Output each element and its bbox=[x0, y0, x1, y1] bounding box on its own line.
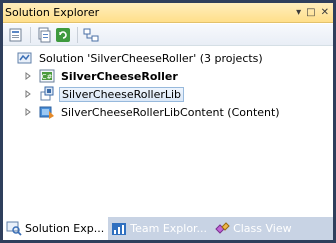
tree-node-project[interactable]: C# SilverCheeseRoller bbox=[23, 67, 180, 85]
expand-arrow-icon[interactable] bbox=[23, 103, 33, 121]
tree-node-project[interactable]: SilverCheeseRollerLib bbox=[23, 85, 185, 103]
csharp-project-icon: C# bbox=[39, 68, 55, 84]
tree-node-label: SilverCheeseRollerLibContent (Content) bbox=[61, 105, 280, 119]
team-explorer-icon bbox=[111, 221, 127, 237]
dropdown-icon[interactable]: ▾ bbox=[296, 6, 301, 20]
title-controls: ▾ □ ✕ bbox=[296, 5, 329, 21]
properties-icon[interactable] bbox=[7, 26, 25, 44]
content-project-icon bbox=[39, 104, 55, 120]
tree-node-label: SilverCheeseRoller bbox=[61, 69, 178, 83]
tab-label: Team Explor... bbox=[130, 222, 208, 235]
tree-node-label: SilverCheeseRollerLib bbox=[59, 86, 185, 102]
solution-icon bbox=[17, 50, 33, 66]
svg-text:C#: C# bbox=[42, 73, 53, 81]
expand-arrow-icon[interactable] bbox=[23, 85, 33, 103]
tool-window-tabs: Solution Exp... Team Explor... Class Vie… bbox=[3, 217, 333, 240]
show-all-files-icon[interactable] bbox=[35, 26, 53, 44]
library-project-icon bbox=[39, 86, 55, 102]
window-frame: Solution Explorer ▾ □ ✕ Solution 'Silver… bbox=[0, 0, 336, 243]
tree-node-label: Solution 'SilverCheeseRoller' (3 project… bbox=[39, 51, 263, 65]
pin-icon[interactable]: □ bbox=[306, 6, 315, 20]
solution-explorer-panel: Solution Explorer ▾ □ ✕ Solution 'Silver… bbox=[3, 3, 333, 240]
solution-tree: Solution 'SilverCheeseRoller' (3 project… bbox=[3, 47, 333, 217]
tab-class-view[interactable]: Class View bbox=[211, 217, 296, 240]
tab-label: Solution Exp... bbox=[25, 221, 105, 235]
refresh-icon[interactable] bbox=[54, 26, 72, 44]
solution-explorer-icon bbox=[6, 220, 22, 236]
class-view-icon bbox=[214, 221, 230, 237]
close-icon[interactable]: ✕ bbox=[321, 6, 329, 20]
expand-arrow-icon[interactable] bbox=[23, 67, 33, 85]
toolbar bbox=[3, 24, 333, 46]
toolbar-separator bbox=[77, 26, 78, 43]
toolbar-separator bbox=[30, 26, 31, 43]
tab-team-explorer[interactable]: Team Explor... bbox=[108, 217, 211, 240]
tab-solution-explorer[interactable]: Solution Exp... bbox=[3, 217, 109, 240]
title-bar[interactable]: Solution Explorer ▾ □ ✕ bbox=[3, 3, 333, 23]
view-class-diagram-icon[interactable] bbox=[82, 26, 100, 44]
tree-node-solution[interactable]: Solution 'SilverCheeseRoller' (3 project… bbox=[17, 49, 265, 67]
tab-label: Class View bbox=[233, 222, 292, 235]
panel-title: Solution Explorer bbox=[5, 6, 100, 19]
tree-node-project[interactable]: SilverCheeseRollerLibContent (Content) bbox=[23, 103, 282, 121]
